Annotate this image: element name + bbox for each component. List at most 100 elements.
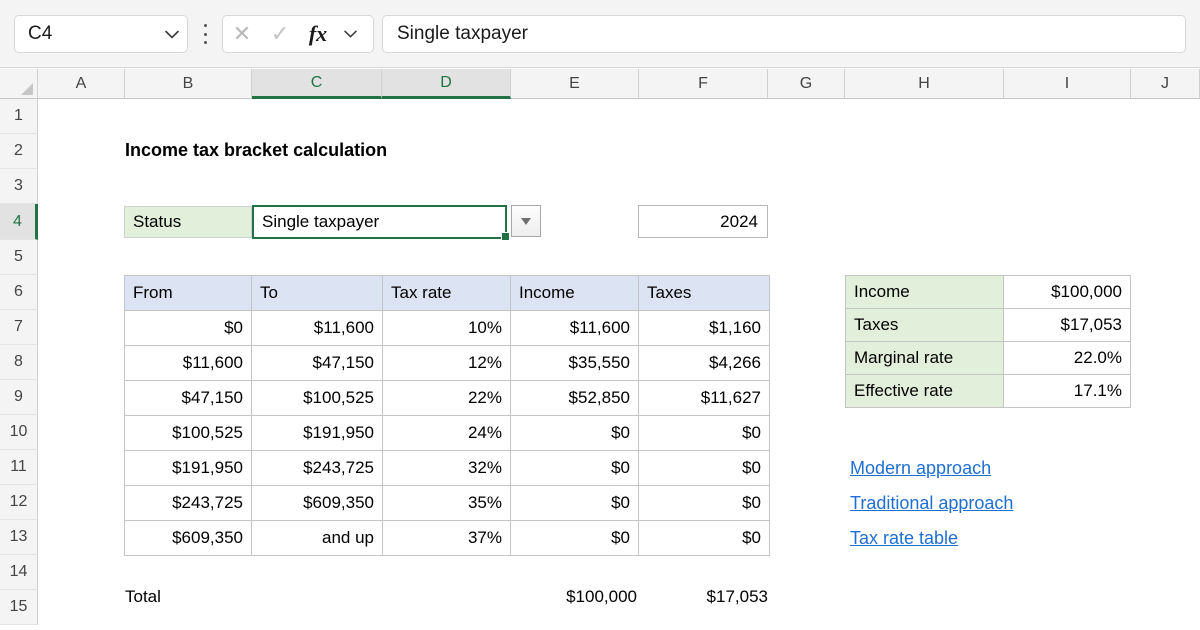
table-row[interactable]: $11,600 $47,150 12% $35,550 $4,266: [124, 345, 770, 381]
row-header-5[interactable]: 5: [0, 240, 38, 275]
cell-from[interactable]: $0: [124, 310, 252, 346]
link-traditional-approach[interactable]: Traditional approach: [850, 486, 1013, 521]
insert-function-button[interactable]: fx: [299, 16, 337, 52]
status-label-cell[interactable]: Status: [124, 206, 252, 238]
column-header-j[interactable]: J: [1131, 69, 1200, 99]
row-header-15[interactable]: 15: [0, 590, 38, 625]
cell-income[interactable]: $0: [510, 520, 639, 556]
select-all-corner[interactable]: [0, 69, 38, 99]
cell-tax-rate[interactable]: 37%: [382, 520, 511, 556]
row-header-14[interactable]: 14: [0, 555, 38, 590]
cell-tax-rate[interactable]: 32%: [382, 450, 511, 486]
cell-from[interactable]: $191,950: [124, 450, 252, 486]
cell-to[interactable]: $609,350: [251, 485, 383, 521]
column-header-f[interactable]: F: [639, 69, 768, 99]
summary-row-income[interactable]: Income $100,000: [845, 275, 1131, 309]
cell-income[interactable]: $35,550: [510, 345, 639, 381]
cell-from[interactable]: $47,150: [124, 380, 252, 416]
column-header-row: A B C D E F G H I J: [0, 69, 1200, 99]
column-header-e[interactable]: E: [511, 69, 639, 99]
cell-taxes[interactable]: $0: [638, 485, 770, 521]
cell-taxes[interactable]: $1,160: [638, 310, 770, 346]
summary-value-income[interactable]: $100,000: [1003, 275, 1131, 309]
cell-tax-rate[interactable]: 22%: [382, 380, 511, 416]
name-box[interactable]: C4: [14, 15, 188, 53]
row-header-13[interactable]: 13: [0, 520, 38, 555]
summary-row-taxes[interactable]: Taxes $17,053: [845, 308, 1131, 342]
chevron-down-icon[interactable]: [337, 30, 363, 38]
column-header-c[interactable]: C: [252, 69, 382, 99]
cell-to[interactable]: $243,725: [251, 450, 383, 486]
row-header-7[interactable]: 7: [0, 310, 38, 345]
row-header-3[interactable]: 3: [0, 169, 38, 204]
cell-tax-rate[interactable]: 35%: [382, 485, 511, 521]
row-header-9[interactable]: 9: [0, 380, 38, 415]
cell-income[interactable]: $0: [510, 415, 639, 451]
table-row[interactable]: $47,150 $100,525 22% $52,850 $11,627: [124, 380, 770, 416]
table-row[interactable]: $0 $11,600 10% $11,600 $1,160: [124, 310, 770, 346]
cell-tax-rate[interactable]: 12%: [382, 345, 511, 381]
summary-row-effective-rate[interactable]: Effective rate 17.1%: [845, 374, 1131, 408]
row-header-6[interactable]: 6: [0, 275, 38, 310]
table-row[interactable]: $191,950 $243,725 32% $0 $0: [124, 450, 770, 486]
link-modern-approach[interactable]: Modern approach: [850, 451, 1013, 486]
year-cell[interactable]: 2024: [638, 205, 768, 238]
column-header-a[interactable]: A: [38, 69, 125, 99]
status-dropdown-button[interactable]: [511, 205, 541, 237]
cell-from[interactable]: $11,600: [124, 345, 252, 381]
cell-income[interactable]: $0: [510, 450, 639, 486]
cell-taxes[interactable]: $11,627: [638, 380, 770, 416]
column-header-d[interactable]: D: [382, 69, 511, 99]
row-header-1[interactable]: 1: [0, 99, 38, 134]
column-header-i[interactable]: I: [1004, 69, 1131, 99]
column-header-h[interactable]: H: [845, 69, 1004, 99]
row-header-12-label: 12: [9, 493, 28, 510]
status-value-cell[interactable]: Single taxpayer: [252, 205, 507, 239]
table-row[interactable]: $100,525 $191,950 24% $0 $0: [124, 415, 770, 451]
row-header-11[interactable]: 11: [0, 450, 38, 485]
cell-taxes[interactable]: $0: [638, 520, 770, 556]
chevron-down-icon[interactable]: [157, 30, 187, 39]
cell-income[interactable]: $0: [510, 485, 639, 521]
table-row[interactable]: $243,725 $609,350 35% $0 $0: [124, 485, 770, 521]
fill-handle[interactable]: [501, 232, 510, 241]
cell-income[interactable]: $11,600: [510, 310, 639, 346]
cell-to[interactable]: $11,600: [251, 310, 383, 346]
cancel-edit-button[interactable]: ✕: [223, 16, 261, 52]
cell-tax-rate[interactable]: 10%: [382, 310, 511, 346]
total-taxes[interactable]: $17,053: [638, 587, 768, 607]
summary-value-effective-rate[interactable]: 17.1%: [1003, 374, 1131, 408]
total-income[interactable]: $100,000: [507, 587, 637, 607]
row-header-4[interactable]: 4: [0, 204, 38, 240]
cell-income[interactable]: $52,850: [510, 380, 639, 416]
confirm-edit-button[interactable]: ✓: [261, 16, 299, 52]
column-header-b[interactable]: B: [125, 69, 252, 99]
cell-to[interactable]: $47,150: [251, 345, 383, 381]
cell-from[interactable]: $609,350: [124, 520, 252, 556]
column-header-a-label: A: [75, 74, 87, 92]
row-header-12[interactable]: 12: [0, 485, 38, 520]
summary-value-marginal-rate[interactable]: 22.0%: [1003, 341, 1131, 375]
more-options-icon[interactable]: [198, 22, 212, 46]
row-header-8[interactable]: 8: [0, 345, 38, 380]
link-tax-rate-table[interactable]: Tax rate table: [850, 521, 1013, 556]
row-header-2[interactable]: 2: [0, 134, 38, 169]
cell-to[interactable]: and up: [251, 520, 383, 556]
cell-taxes[interactable]: $0: [638, 450, 770, 486]
row-header-10[interactable]: 10: [0, 415, 38, 450]
cell-from[interactable]: $100,525: [124, 415, 252, 451]
worksheet-grid[interactable]: Income tax bracket calculation Status Si…: [39, 99, 1200, 630]
cell-to[interactable]: $100,525: [251, 380, 383, 416]
formula-input[interactable]: Single taxpayer: [382, 15, 1186, 53]
cell-taxes[interactable]: $4,266: [638, 345, 770, 381]
cell-tax-rate[interactable]: 24%: [382, 415, 511, 451]
cell-taxes[interactable]: $0: [638, 415, 770, 451]
row-header-14-label: 14: [9, 563, 28, 580]
row-header-8-label: 8: [14, 353, 23, 370]
summary-row-marginal-rate[interactable]: Marginal rate 22.0%: [845, 341, 1131, 375]
summary-value-taxes[interactable]: $17,053: [1003, 308, 1131, 342]
cell-to[interactable]: $191,950: [251, 415, 383, 451]
table-row[interactable]: $609,350 and up 37% $0 $0: [124, 520, 770, 556]
cell-from[interactable]: $243,725: [124, 485, 252, 521]
column-header-g[interactable]: G: [768, 69, 845, 99]
